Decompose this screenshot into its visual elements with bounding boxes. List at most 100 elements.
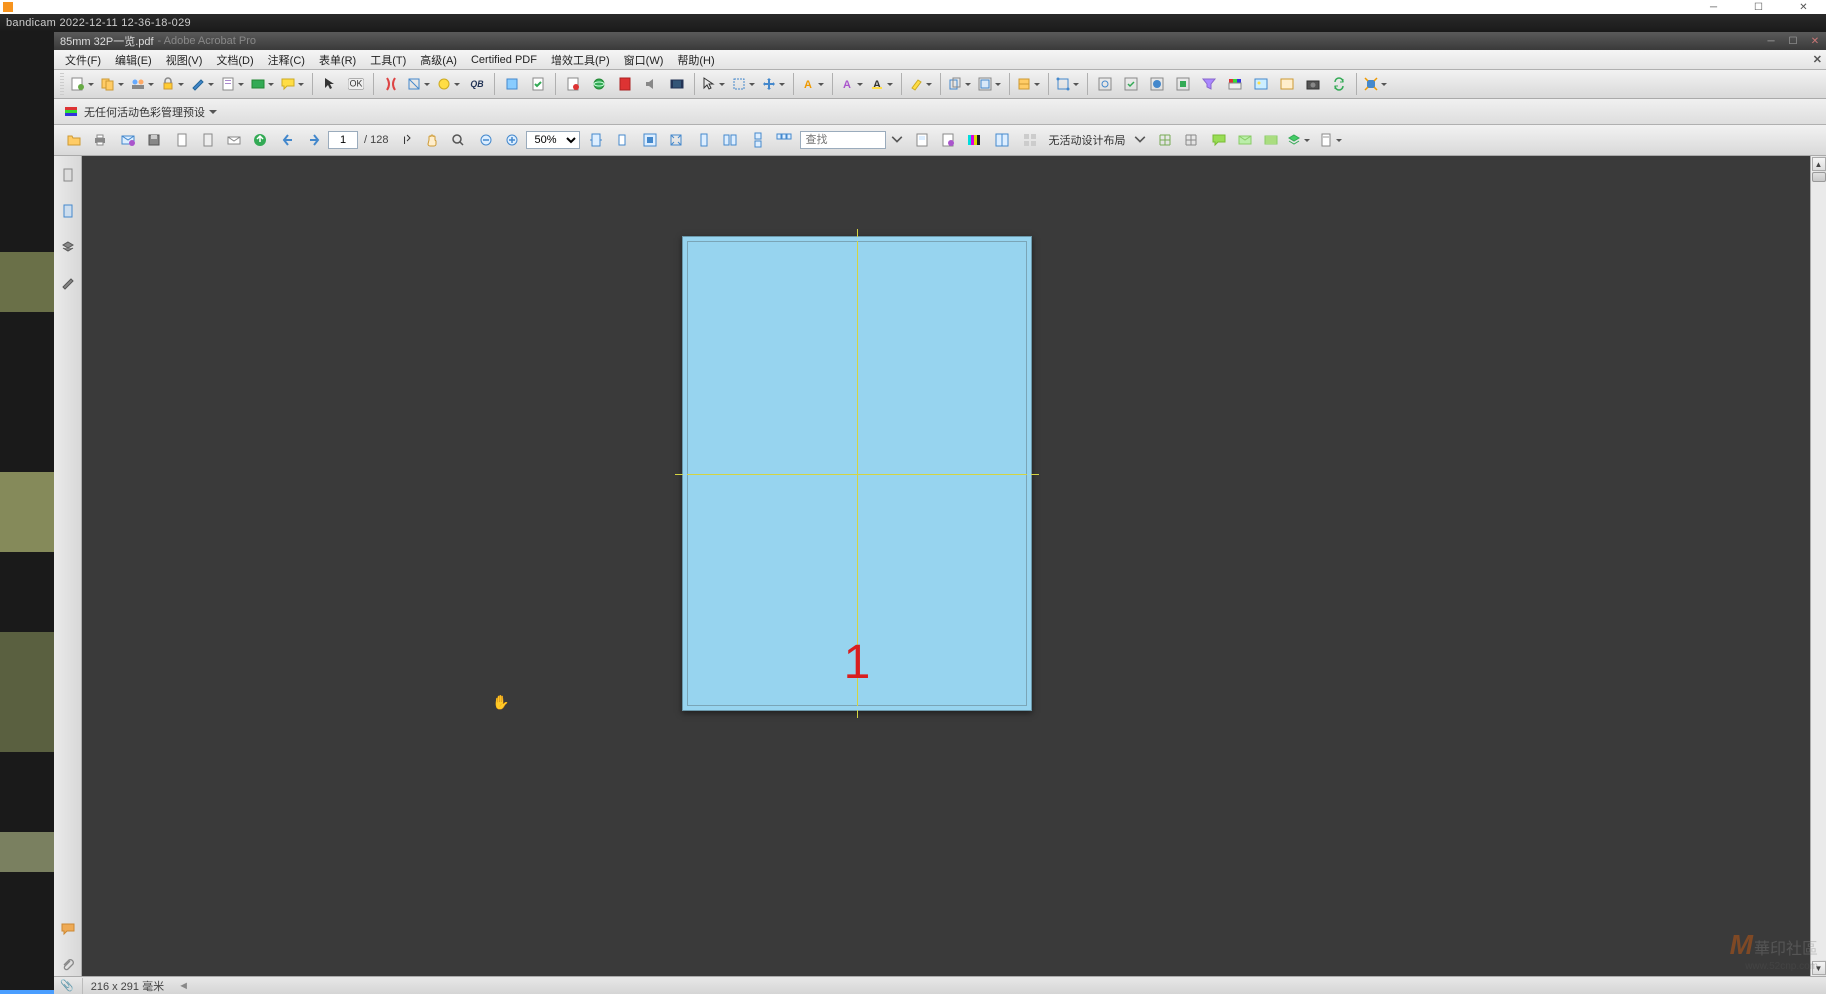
pdf-tool-red-1[interactable]	[561, 72, 585, 96]
comment-balloon-button[interactable]	[1207, 128, 1231, 152]
video-tool[interactable]	[665, 72, 689, 96]
inspect-tool-4[interactable]	[1171, 72, 1195, 96]
doc-close-button[interactable]: ✕	[1813, 53, 1822, 66]
two-page-button[interactable]	[718, 128, 742, 152]
zoom-level-select[interactable]: 50%	[526, 131, 580, 149]
secure-button[interactable]	[159, 72, 187, 96]
prev-page-button[interactable]	[276, 128, 300, 152]
attachments-panel-button[interactable]	[57, 954, 79, 976]
menu-plugins[interactable]: 增效工具(P)	[544, 50, 617, 70]
layout-dropdown-arrow[interactable]	[1131, 128, 1149, 152]
camera-tool[interactable]	[1301, 72, 1325, 96]
maximize-button[interactable]: ☐	[1736, 0, 1781, 14]
attachment-icon[interactable]: 📎	[60, 979, 74, 992]
preflight-tool-2[interactable]	[526, 72, 550, 96]
create-pdf-button[interactable]	[69, 72, 97, 96]
scroll-mode-1[interactable]	[746, 128, 770, 152]
output-preview-1[interactable]	[910, 128, 934, 152]
inspect-tool-2[interactable]	[1119, 72, 1143, 96]
layers-green-button[interactable]	[1285, 128, 1313, 152]
print-button[interactable]	[88, 128, 112, 152]
globe-tool[interactable]	[587, 72, 611, 96]
transform-tool[interactable]	[1054, 72, 1082, 96]
replace-tool[interactable]	[1327, 72, 1351, 96]
filter-tool[interactable]	[1197, 72, 1221, 96]
doc-tool-1[interactable]	[170, 128, 194, 152]
color-table-tool[interactable]	[1223, 72, 1247, 96]
move-tool[interactable]	[760, 72, 788, 96]
menu-advanced[interactable]: 高级(A)	[413, 50, 464, 70]
app-close-button[interactable]: ✕	[1804, 33, 1826, 49]
menu-forms[interactable]: 表单(R)	[312, 50, 363, 70]
text-tool-2[interactable]: A	[838, 72, 866, 96]
menu-edit[interactable]: 编辑(E)	[108, 50, 159, 70]
signatures-panel-button[interactable]	[57, 272, 79, 294]
comment-button[interactable]	[279, 72, 307, 96]
text-tool-1[interactable]: A	[799, 72, 827, 96]
menu-file[interactable]: 文件(F)	[58, 50, 108, 70]
inspect-tool-1[interactable]	[1093, 72, 1117, 96]
pitstop-tool-1[interactable]	[379, 72, 403, 96]
menu-comments[interactable]: 注释(C)	[261, 50, 312, 70]
pitstop-tool-3[interactable]	[435, 72, 463, 96]
search-input[interactable]	[800, 131, 886, 149]
status-nav-arrow[interactable]: ◄	[178, 980, 189, 992]
crop-tool-3[interactable]	[1015, 72, 1043, 96]
color-separations-button[interactable]	[962, 128, 986, 152]
qb-button[interactable]: QB	[465, 72, 489, 96]
comments-panel-button[interactable]	[57, 918, 79, 940]
zoom-marquee-button[interactable]	[446, 128, 470, 152]
document-viewport[interactable]: 1 ✋	[82, 156, 1810, 976]
combine-files-button[interactable]	[99, 72, 127, 96]
scroll-mode-2[interactable]	[772, 128, 796, 152]
pdf-tool-red-2[interactable]	[613, 72, 637, 96]
preset-icon[interactable]	[62, 103, 80, 121]
doc-tool-2[interactable]	[196, 128, 220, 152]
search-dropdown-arrow[interactable]	[888, 128, 906, 152]
pages-panel-button[interactable]	[57, 164, 79, 186]
menu-view[interactable]: 视图(V)	[159, 50, 210, 70]
grid-tool-1[interactable]	[1153, 128, 1177, 152]
layers-panel-button[interactable]	[57, 236, 79, 258]
email-button[interactable]	[116, 128, 140, 152]
ok-button[interactable]: OK	[344, 72, 368, 96]
minimize-button[interactable]: ─	[1691, 0, 1736, 14]
open-file-button[interactable]	[62, 128, 86, 152]
preset-dropdown-arrow[interactable]	[209, 110, 217, 118]
envelope-button[interactable]	[222, 128, 246, 152]
menu-tools[interactable]: 工具(T)	[363, 50, 413, 70]
layout-tool-1[interactable]	[990, 128, 1014, 152]
app-minimize-button[interactable]: ─	[1760, 33, 1782, 49]
zoom-in-button[interactable]	[500, 128, 524, 152]
grid-tool-2[interactable]	[1179, 128, 1203, 152]
page-layout-button[interactable]	[1317, 128, 1345, 152]
page-number-input[interactable]	[328, 131, 358, 149]
fit-page-button[interactable]	[610, 128, 634, 152]
scroll-thumb[interactable]	[1812, 172, 1826, 182]
output-preview-2[interactable]	[936, 128, 960, 152]
sign-button[interactable]	[189, 72, 217, 96]
select-tool-button[interactable]	[318, 72, 342, 96]
preflight-tool-1[interactable]	[500, 72, 524, 96]
fullscreen-button[interactable]	[638, 128, 662, 152]
image-tool-1[interactable]	[1249, 72, 1273, 96]
multimedia-button[interactable]	[249, 72, 277, 96]
fit-visible-button[interactable]	[664, 128, 688, 152]
select-arrow-tool[interactable]	[700, 72, 728, 96]
layout-preset-label[interactable]: 无活动设计布局	[1048, 132, 1125, 148]
menu-window[interactable]: 窗口(W)	[617, 50, 671, 70]
close-button[interactable]: ✕	[1781, 0, 1826, 14]
marquee-tool[interactable]	[730, 72, 758, 96]
fit-width-button[interactable]	[584, 128, 608, 152]
envelope-tool-button[interactable]	[1233, 128, 1257, 152]
mesh-tool-button[interactable]	[1259, 128, 1283, 152]
vertical-scrollbar[interactable]: ▲ ▼	[1810, 156, 1826, 976]
crop-tool-2[interactable]	[976, 72, 1004, 96]
expand-tool[interactable]	[1362, 72, 1390, 96]
pitstop-tool-2[interactable]	[405, 72, 433, 96]
bookmarks-panel-button[interactable]	[57, 200, 79, 222]
highlight-tool[interactable]	[907, 72, 935, 96]
highlight-text-tool[interactable]: A	[868, 72, 896, 96]
text-select-tool[interactable]: I	[394, 128, 418, 152]
scroll-up-arrow[interactable]: ▲	[1812, 157, 1826, 171]
